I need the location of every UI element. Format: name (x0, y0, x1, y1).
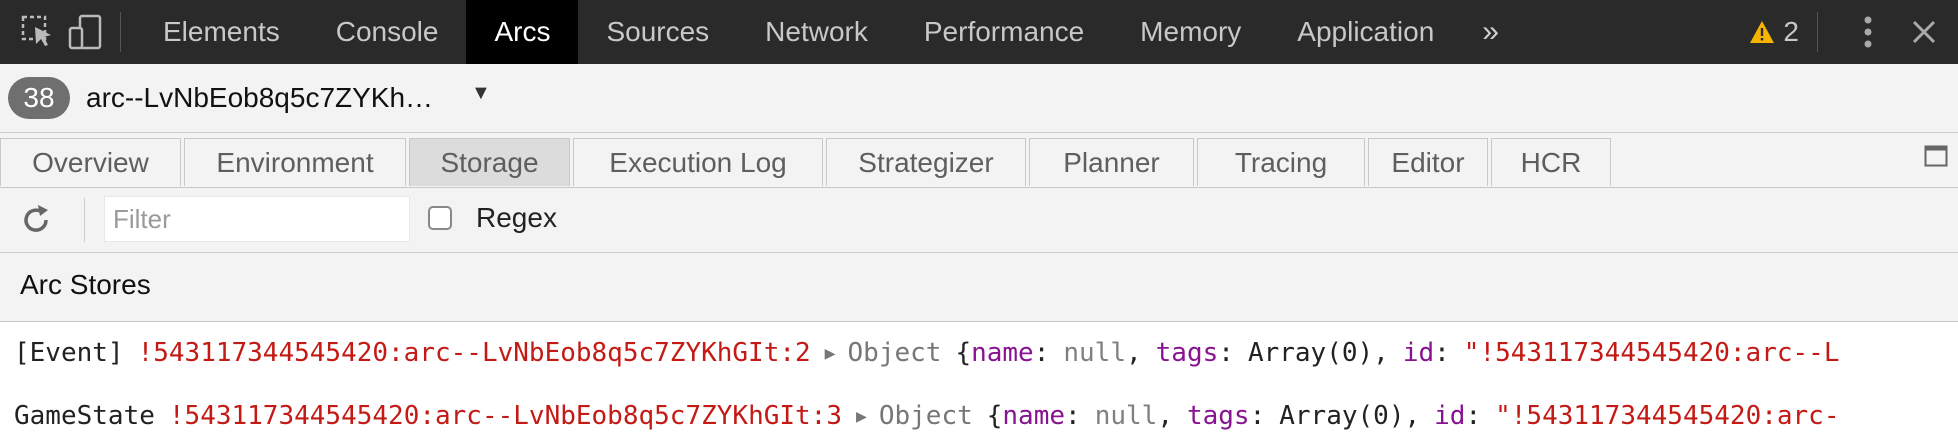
store-row[interactable]: [Event] !543117344545420:arc--LvNbEob8q5… (0, 325, 1958, 381)
prop-key: id (1434, 401, 1466, 431)
comma: , (1373, 338, 1389, 368)
subtab-strategizer[interactable]: Strategizer (826, 138, 1026, 186)
subtab-environment[interactable]: Environment (184, 138, 406, 186)
arc-count-badge: 38 (8, 77, 70, 119)
section-title: Arc Stores (20, 269, 151, 300)
prop-value: null (1063, 338, 1126, 368)
colon: : (1249, 401, 1266, 431)
inspect-element-icon[interactable] (14, 0, 62, 64)
open-brace: { (986, 401, 1003, 431)
prop-value: Array(0) (1247, 338, 1374, 368)
arc-dropdown-icon[interactable]: ▼ (471, 82, 491, 105)
tab-elements[interactable]: Elements (135, 0, 308, 64)
regex-checkbox[interactable] (428, 206, 452, 230)
device-toolbar-icon[interactable] (62, 0, 110, 64)
prop-key: id (1402, 338, 1435, 368)
subtab-hcr[interactable]: HCR (1491, 138, 1611, 186)
store-name: GameState (14, 401, 155, 431)
warning-icon (1750, 21, 1775, 43)
toolbar-separator (1817, 12, 1818, 52)
store-id: !543117344545420:arc--LvNbEob8q5c7ZYKhGI… (168, 401, 842, 431)
prop-key: tags (1155, 338, 1219, 368)
devtools-toolbar: Elements Console Arcs Sources Network Pe… (0, 0, 1958, 64)
preview-type: Object (878, 401, 973, 431)
subtab-tracing[interactable]: Tracing (1197, 138, 1365, 186)
warning-count: 2 (1783, 16, 1799, 47)
filter-input[interactable] (104, 196, 410, 242)
preview-type: Object (847, 338, 942, 368)
store-id: !543117344545420:arc--LvNbEob8q5c7ZYKhGI… (137, 338, 811, 368)
arc-name[interactable]: arc--LvNbEob8q5c7ZYKh… (86, 82, 433, 114)
regex-label: Regex (476, 202, 557, 233)
prop-key: name (971, 338, 1034, 368)
colon: : (1065, 401, 1081, 431)
refresh-icon[interactable] (18, 202, 54, 238)
tab-performance[interactable]: Performance (896, 0, 1112, 64)
warnings-counter[interactable]: 2 (1749, 16, 1817, 48)
tab-console[interactable]: Console (308, 0, 467, 64)
comma: , (1157, 401, 1173, 431)
subtab-storage[interactable]: Storage (409, 138, 570, 186)
colon: : (1218, 338, 1234, 368)
toolbar-separator (120, 12, 121, 52)
expand-triangle-icon[interactable]: ▶ (825, 343, 836, 364)
arcs-subtabs: Overview Environment Storage Execution L… (0, 133, 1958, 188)
prop-key: tags (1186, 401, 1250, 431)
expand-triangle-icon[interactable]: ▶ (856, 406, 867, 427)
prop-value: "!543117344545420:arc- (1495, 401, 1840, 431)
close-icon[interactable] (1896, 0, 1952, 64)
more-tabs-button[interactable]: » (1462, 0, 1519, 64)
comma: , (1404, 401, 1421, 431)
toolbar-separator (84, 198, 85, 242)
colon: : (1033, 338, 1050, 368)
arc-selector-bar: 38 arc--LvNbEob8q5c7ZYKh… ▼ (0, 64, 1958, 133)
prop-value: "!543117344545420:arc--L (1463, 338, 1840, 368)
tab-sources[interactable]: Sources (578, 0, 737, 64)
comma: , (1126, 338, 1142, 368)
prop-key: name (1002, 401, 1066, 431)
maximize-icon[interactable] (1924, 145, 1948, 167)
prop-value: null (1094, 401, 1158, 431)
subtab-execution-log[interactable]: Execution Log (573, 138, 823, 186)
colon: : (1465, 401, 1482, 431)
section-header: Arc Stores (0, 253, 1958, 322)
subtab-overview[interactable]: Overview (0, 138, 181, 186)
tab-arcs[interactable]: Arcs (466, 0, 579, 64)
prop-value: Array(0) (1279, 401, 1405, 431)
tab-application[interactable]: Application (1269, 0, 1462, 64)
storage-toolbar: Regex (0, 188, 1958, 253)
colon: : (1434, 338, 1450, 368)
subtab-planner[interactable]: Planner (1029, 138, 1194, 186)
tab-network[interactable]: Network (737, 0, 896, 64)
store-name: [Event] (14, 338, 124, 368)
tab-memory[interactable]: Memory (1112, 0, 1269, 64)
store-row[interactable]: GameState !543117344545420:arc--LvNbEob8… (0, 388, 1958, 444)
open-brace: { (955, 338, 972, 368)
more-options-icon[interactable] (1840, 0, 1896, 64)
subtab-editor[interactable]: Editor (1368, 138, 1488, 186)
